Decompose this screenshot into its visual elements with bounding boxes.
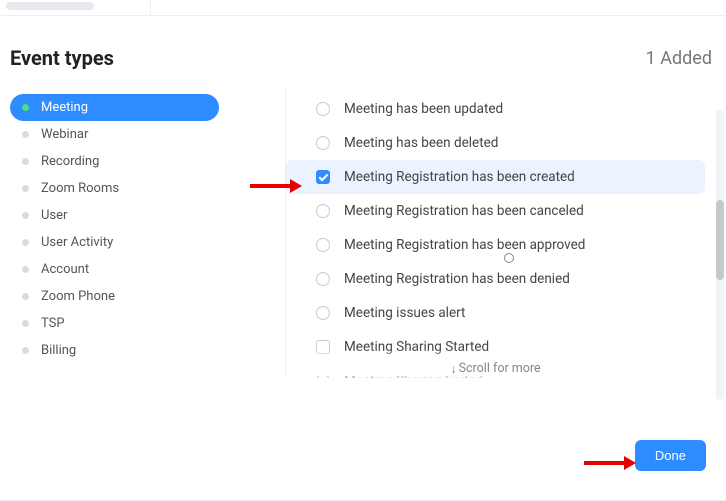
event-label: Meeting Registration has been created bbox=[344, 169, 575, 185]
sidebar-item-label: Account bbox=[41, 262, 89, 277]
event-row[interactable]: Meeting Registration has been approved bbox=[286, 228, 705, 262]
top-strip bbox=[0, 0, 726, 16]
annotation-arrow-icon bbox=[584, 455, 636, 471]
event-list-panel: Meeting has been updated Meeting has bee… bbox=[285, 88, 705, 378]
dot-icon bbox=[22, 212, 29, 219]
event-label: Meeting Registration has been canceled bbox=[344, 203, 584, 219]
sidebar-item-label: User bbox=[41, 208, 67, 223]
dot-icon bbox=[22, 158, 29, 165]
checkbox-icon[interactable] bbox=[316, 272, 330, 286]
dot-icon bbox=[22, 185, 29, 192]
checkbox-icon[interactable] bbox=[316, 340, 330, 354]
dot-icon bbox=[22, 293, 29, 300]
event-row-selected[interactable]: Meeting Registration has been created bbox=[286, 160, 705, 194]
sidebar-item-label: TSP bbox=[41, 316, 65, 331]
dot-icon bbox=[22, 239, 29, 246]
event-label: Meeting has been updated bbox=[344, 101, 503, 117]
sidebar-item-recording[interactable]: Recording bbox=[10, 148, 219, 175]
event-label: Meeting Sharing Started bbox=[344, 339, 489, 355]
event-row[interactable]: Meeting Registration has been canceled bbox=[286, 194, 705, 228]
sidebar-item-label: Meeting bbox=[41, 100, 88, 115]
checkbox-icon[interactable] bbox=[316, 374, 330, 378]
added-count: 1 Added bbox=[646, 48, 712, 69]
sidebar-item-zoom-rooms[interactable]: Zoom Rooms bbox=[10, 175, 219, 202]
dot-icon bbox=[22, 266, 29, 273]
event-row[interactable]: Meeting Registration has been denied bbox=[286, 262, 705, 296]
header: Event types 1 Added bbox=[0, 16, 726, 88]
event-label: Meeting Registration has been denied bbox=[344, 271, 570, 287]
sidebar-item-user-activity[interactable]: User Activity bbox=[10, 229, 219, 256]
separator bbox=[150, 0, 151, 16]
dot-icon bbox=[22, 104, 29, 111]
sidebar-item-label: Zoom Phone bbox=[41, 289, 115, 304]
dot-icon bbox=[22, 131, 29, 138]
sidebar-item-meeting[interactable]: Meeting bbox=[10, 94, 219, 121]
done-button[interactable]: Done bbox=[635, 440, 706, 471]
event-row[interactable]: Meeting has been updated bbox=[286, 92, 705, 126]
sidebar-item-label: User Activity bbox=[41, 235, 113, 250]
sidebar-item-billing[interactable]: Billing bbox=[10, 337, 219, 364]
event-label: Meeting Registration has been approved bbox=[344, 237, 585, 253]
sidebar-item-label: Webinar bbox=[41, 127, 88, 142]
sidebar: Meeting Webinar Recording Zoom Rooms Use… bbox=[0, 88, 225, 370]
event-label: Meeting issues alert bbox=[344, 305, 465, 321]
event-list[interactable]: Meeting has been updated Meeting has bee… bbox=[286, 88, 705, 378]
sidebar-item-tsp[interactable]: TSP bbox=[10, 310, 219, 337]
event-label: Meeting has been deleted bbox=[344, 135, 498, 151]
dot-icon bbox=[22, 347, 29, 354]
event-row[interactable]: Meeting Sharing Ended bbox=[286, 364, 705, 378]
event-row[interactable]: Meeting issues alert bbox=[286, 296, 705, 330]
sidebar-item-webinar[interactable]: Webinar bbox=[10, 121, 219, 148]
event-label: Meeting Sharing Ended bbox=[344, 373, 483, 378]
checkbox-checked-icon[interactable] bbox=[316, 170, 330, 184]
checkbox-icon[interactable] bbox=[316, 204, 330, 218]
sidebar-item-label: Billing bbox=[41, 343, 76, 358]
checkbox-icon[interactable] bbox=[316, 238, 330, 252]
placeholder-pill bbox=[6, 2, 94, 10]
scrollbar-thumb[interactable] bbox=[716, 200, 724, 280]
checkbox-icon[interactable] bbox=[316, 102, 330, 116]
sidebar-item-label: Zoom Rooms bbox=[41, 181, 119, 196]
page-title: Event types bbox=[10, 46, 114, 70]
checkbox-icon[interactable] bbox=[316, 306, 330, 320]
event-row[interactable]: Meeting has been deleted bbox=[286, 126, 705, 160]
event-row[interactable]: Meeting Sharing Started bbox=[286, 330, 705, 364]
dot-icon bbox=[22, 320, 29, 327]
body: Meeting Webinar Recording Zoom Rooms Use… bbox=[0, 88, 726, 378]
checkbox-icon[interactable] bbox=[316, 136, 330, 150]
sidebar-item-zoom-phone[interactable]: Zoom Phone bbox=[10, 283, 219, 310]
sidebar-item-account[interactable]: Account bbox=[10, 256, 219, 283]
sidebar-item-label: Recording bbox=[41, 154, 99, 169]
sidebar-item-user[interactable]: User bbox=[10, 202, 219, 229]
